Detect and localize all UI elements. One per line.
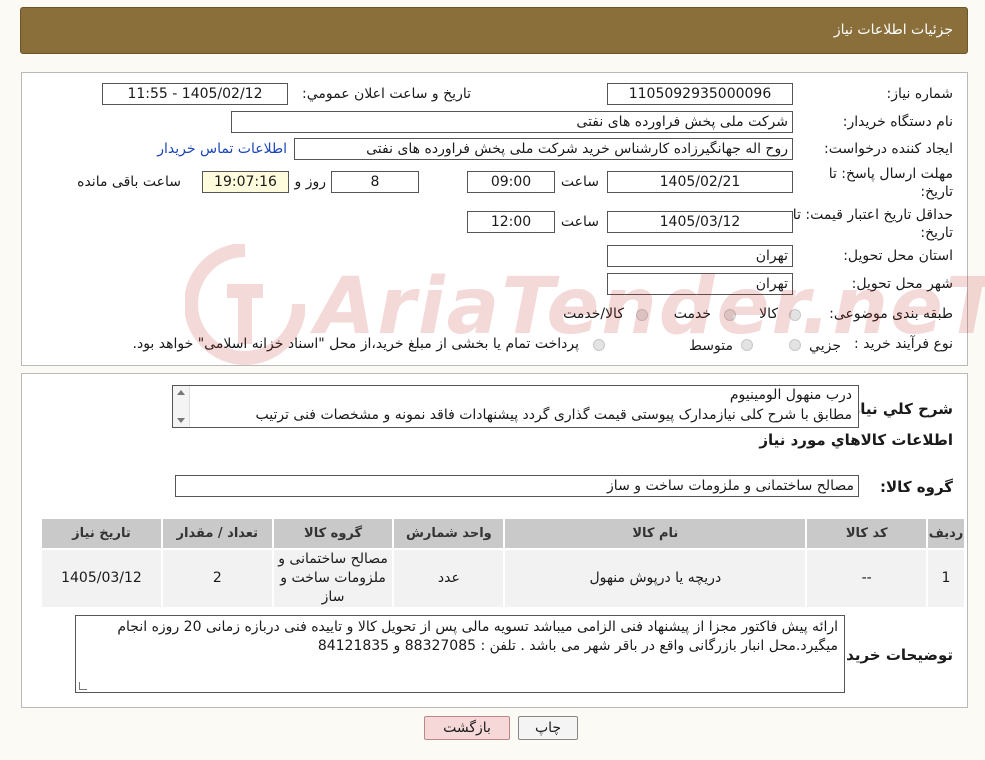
- page-title: جزئیات اطلاعات نیاز: [833, 22, 953, 38]
- buyer-label: نام دستگاه خریدار:: [842, 114, 953, 130]
- table-header-row: ردیف کد کالا نام کالا واحد شمارش گروه کا…: [40, 517, 966, 550]
- row-group: مصالح ساختمانی و ملزومات ساخت و ساز: [271, 548, 395, 609]
- col-name: نام کالا: [503, 517, 808, 550]
- category-option-service: خدمت: [673, 306, 711, 322]
- category-radio-goods[interactable]: [789, 309, 801, 321]
- description-line-2: مطابق با شرح کلی نیازمدارک پیوستی قیمت گ…: [255, 407, 852, 423]
- buyer-notes-line-1: ارائه پیش فاکتور مجزا از پیشنهاد فنی الز…: [117, 619, 838, 635]
- days-label: روز و: [294, 174, 327, 190]
- category-label: طبقه بندی موضوعی:: [829, 306, 953, 322]
- validity-time-label: ساعت: [560, 214, 599, 230]
- buyer-notes-label: توضیحات خریدار:: [826, 646, 953, 664]
- remaining-time-field: 19:07:16: [202, 171, 289, 193]
- validity-label: حداقل تاریخ اعتبار قیمت: تا: [792, 207, 953, 223]
- col-qty: تعداد / مقدار: [160, 517, 274, 550]
- scroll-down-icon[interactable]: [177, 418, 185, 423]
- city-label: شهر محل تحویل:: [851, 276, 953, 292]
- creator-label: ایجاد کننده درخواست:: [824, 141, 953, 157]
- process-label: نوع فرآیند خرید :: [854, 336, 953, 352]
- need-number-field: 1105092935000096: [607, 83, 793, 105]
- announce-label: تاریخ و ساعت اعلان عمومي:: [302, 86, 471, 102]
- process-radio-medium[interactable]: [741, 339, 753, 351]
- remaining-label: ساعت باقی مانده: [77, 174, 181, 190]
- validity-label-date: تاریخ:: [920, 225, 953, 241]
- goods-group-label: گروه کالا:: [880, 478, 953, 496]
- need-info-panel: شماره نیاز: 1105092935000096 تاریخ و ساع…: [21, 72, 968, 366]
- days-field: 8: [331, 171, 419, 193]
- deadline-label: مهلت ارسال پاسخ: تا: [828, 166, 953, 182]
- goods-section-title: اطلاعات کالاهاي مورد نیاز: [759, 431, 953, 449]
- province-field: تهران: [607, 245, 793, 267]
- announce-field: 1405/02/12 - 11:55: [102, 83, 288, 105]
- buyer-notes-textarea[interactable]: ارائه پیش فاکتور مجزا از پیشنهاد فنی الز…: [75, 615, 845, 693]
- description-line-1: درب منهول الومینیوم: [729, 387, 852, 403]
- goods-panel: شرح کلي نیاز: درب منهول الومینیوم مطابق …: [21, 373, 968, 708]
- goods-group-field: مصالح ساختمانی و ملزومات ساخت و ساز: [175, 475, 859, 497]
- category-radio-service[interactable]: [724, 309, 736, 321]
- city-field: تهران: [607, 273, 793, 295]
- description-label: شرح کلي نیاز:: [845, 400, 953, 418]
- process-option-medium: متوسط: [689, 338, 733, 354]
- need-number-label: شماره نیاز:: [886, 86, 954, 102]
- row-index: 1: [926, 548, 966, 609]
- creator-field: روح اله جهانگیرزاده کارشناس خرید شرکت مل…: [294, 138, 793, 160]
- back-button[interactable]: بازگشت: [424, 716, 510, 740]
- col-unit: واحد شمارش: [392, 517, 506, 550]
- description-textarea[interactable]: درب منهول الومینیوم مطابق با شرح کلی نیا…: [172, 385, 859, 428]
- resize-handle-icon[interactable]: [79, 682, 87, 690]
- table-row: 1 -- دریچه یا درپوش منهول عدد مصالح ساخت…: [40, 548, 966, 609]
- row-name: دریچه یا درپوش منهول: [503, 548, 808, 609]
- goods-table: ردیف کد کالا نام کالا واحد شمارش گروه کا…: [40, 517, 966, 609]
- row-date: 1405/03/12: [40, 548, 163, 609]
- col-code: کد کالا: [805, 517, 929, 550]
- category-radio-goods-service[interactable]: [636, 309, 648, 321]
- validity-time-field: 12:00: [467, 211, 555, 233]
- row-qty: 2: [160, 548, 274, 609]
- page-header: جزئیات اطلاعات نیاز: [20, 7, 968, 54]
- deadline-label-date: تاریخ:: [920, 184, 953, 200]
- buyer-field: شرکت ملی پخش فراورده های نفتی: [231, 111, 793, 133]
- col-group: گروه کالا: [271, 517, 395, 550]
- print-button[interactable]: چاپ: [518, 716, 578, 740]
- row-unit: عدد: [392, 548, 506, 609]
- validity-date-field: 1405/03/12: [607, 211, 793, 233]
- deadline-time-label: ساعت: [560, 174, 599, 190]
- row-code: --: [805, 548, 929, 609]
- buyer-notes-line-2: میگیرد.محل انبار بازرگانی واقع در باقر ش…: [317, 638, 838, 654]
- process-radio-minor[interactable]: [789, 339, 801, 351]
- process-radio-treasury[interactable]: [593, 339, 605, 351]
- col-index: ردیف: [926, 517, 966, 550]
- description-scrollbar[interactable]: [173, 386, 190, 427]
- category-option-goods-service: کالا/خدمت: [563, 306, 624, 322]
- category-option-goods: کالا: [759, 306, 778, 322]
- scroll-up-icon[interactable]: [177, 390, 185, 395]
- province-label: استان محل تحویل:: [843, 248, 953, 264]
- deadline-date-field: 1405/02/21: [607, 171, 793, 193]
- process-option-minor: جزیي: [809, 338, 841, 354]
- col-date: تاریخ نیاز: [40, 517, 163, 550]
- deadline-time-field: 09:00: [467, 171, 555, 193]
- process-note: پرداخت تمام یا بخشی از مبلغ خرید،از محل …: [132, 336, 579, 352]
- buyer-contact-link[interactable]: اطلاعات تماس خریدار: [157, 141, 287, 157]
